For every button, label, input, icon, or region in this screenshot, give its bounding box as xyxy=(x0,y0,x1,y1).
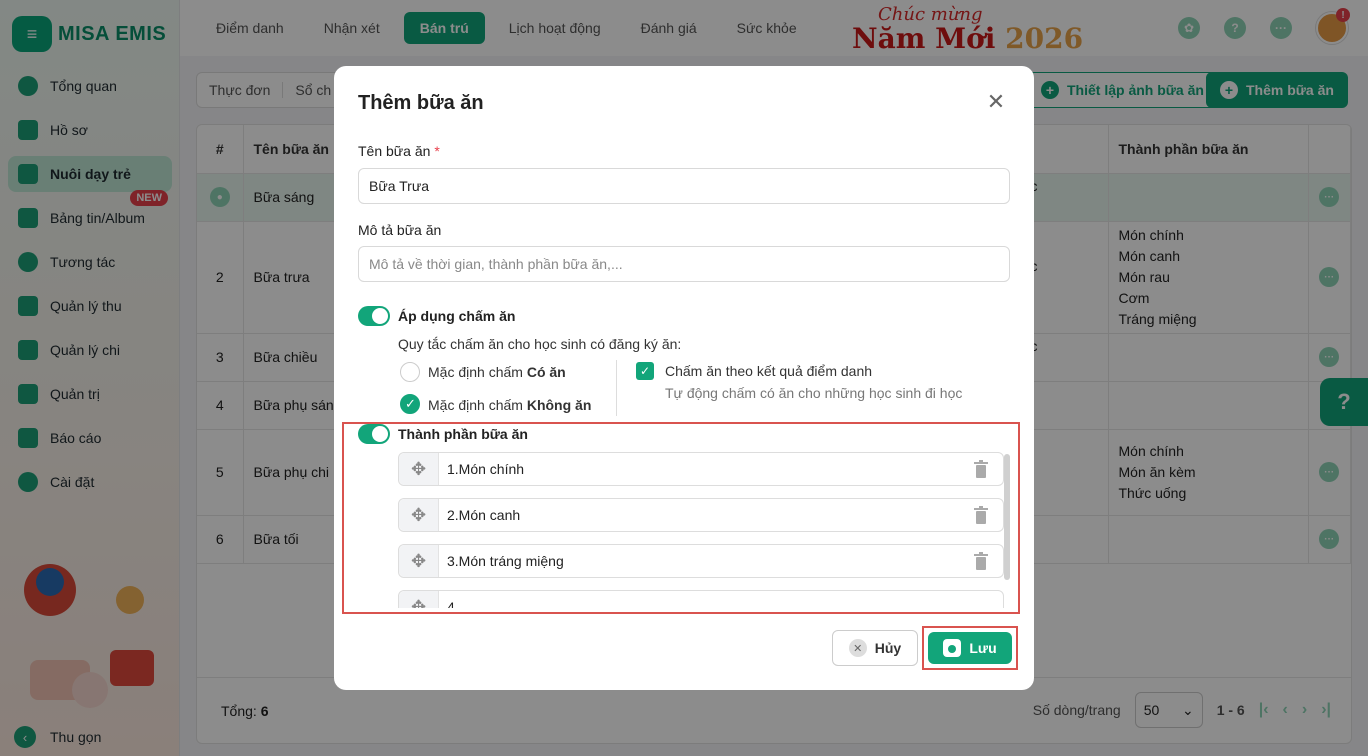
default-not-eat-radio[interactable] xyxy=(400,394,420,414)
save-highlight-box: Lưu xyxy=(922,626,1018,670)
attendance-checkbox-sub: Tự động chấm có ăn cho những học sinh đi… xyxy=(665,385,963,401)
meal-components-toggle[interactable] xyxy=(358,424,390,444)
default-eat-prefix: Mặc định chấm xyxy=(428,364,523,380)
component-item[interactable]: ✥ 3.Món tráng miệng xyxy=(398,544,1004,578)
cancel-label: Hủy xyxy=(874,640,902,656)
component-text[interactable]: 2.Món canh xyxy=(439,507,520,523)
component-item[interactable]: ✥ 1.Món chính xyxy=(398,452,1004,486)
apply-attendance-toggle[interactable] xyxy=(358,306,390,326)
attendance-checkbox[interactable]: ✓ xyxy=(636,362,654,380)
trash-icon[interactable] xyxy=(973,552,989,570)
close-icon[interactable]: ✕ xyxy=(984,90,1008,114)
close-icon: ✕ xyxy=(848,639,867,657)
drag-handle-icon[interactable]: ✥ xyxy=(399,453,439,485)
meal-name-label: Tên bữa ăn * xyxy=(358,143,440,159)
rule-text: Quy tắc chấm ăn cho học sinh có đăng ký … xyxy=(398,336,682,352)
meal-name-input[interactable] xyxy=(358,168,1010,204)
components-scrollbar[interactable] xyxy=(1004,454,1010,580)
default-not-eat-value: Không ăn xyxy=(526,397,592,413)
default-eat-label: Mặc định chấm Có ăn xyxy=(428,364,566,380)
component-item[interactable]: ✥ 2.Món canh xyxy=(398,498,1004,532)
trash-icon[interactable] xyxy=(973,506,989,524)
drag-handle-icon[interactable]: ✥ xyxy=(399,545,439,577)
component-text[interactable]: 4. xyxy=(439,599,459,608)
add-meal-dialog: Thêm bữa ăn ✕ Tên bữa ăn * Mô tả bữa ăn … xyxy=(334,66,1034,690)
default-not-eat-label: Mặc định chấm Không ăn xyxy=(428,397,591,413)
component-text[interactable]: 1.Món chính xyxy=(439,461,524,477)
attendance-checkbox-label: Chấm ăn theo kết quả điểm danh xyxy=(665,363,873,379)
meal-name-label-text: Tên bữa ăn xyxy=(358,143,431,159)
save-icon xyxy=(943,639,962,657)
component-text[interactable]: 3.Món tráng miệng xyxy=(439,553,564,569)
default-eat-value: Có ăn xyxy=(526,364,566,380)
save-label: Lưu xyxy=(969,640,997,656)
drag-handle-icon[interactable]: ✥ xyxy=(399,591,439,608)
cancel-button[interactable]: ✕ Hủy xyxy=(832,630,918,666)
divider xyxy=(616,360,617,416)
required-mark: * xyxy=(434,143,440,159)
meal-desc-input[interactable] xyxy=(358,246,1010,282)
meal-desc-label: Mô tả bữa ăn xyxy=(358,222,442,238)
drag-handle-icon[interactable]: ✥ xyxy=(399,499,439,531)
default-eat-radio[interactable] xyxy=(400,362,420,382)
apply-attendance-label: Áp dụng chấm ăn xyxy=(398,308,516,324)
components-list: ✥ 1.Món chính ✥ 2.Món canh ✥ 3.Món tráng… xyxy=(398,452,1004,608)
trash-icon[interactable] xyxy=(973,460,989,478)
dialog-title: Thêm bữa ăn xyxy=(358,92,484,114)
meal-components-label: Thành phần bữa ăn xyxy=(398,426,528,442)
component-item[interactable]: ✥ 4. xyxy=(398,590,1004,608)
default-not-eat-prefix: Mặc định chấm xyxy=(428,397,523,413)
save-button[interactable]: Lưu xyxy=(928,632,1012,664)
